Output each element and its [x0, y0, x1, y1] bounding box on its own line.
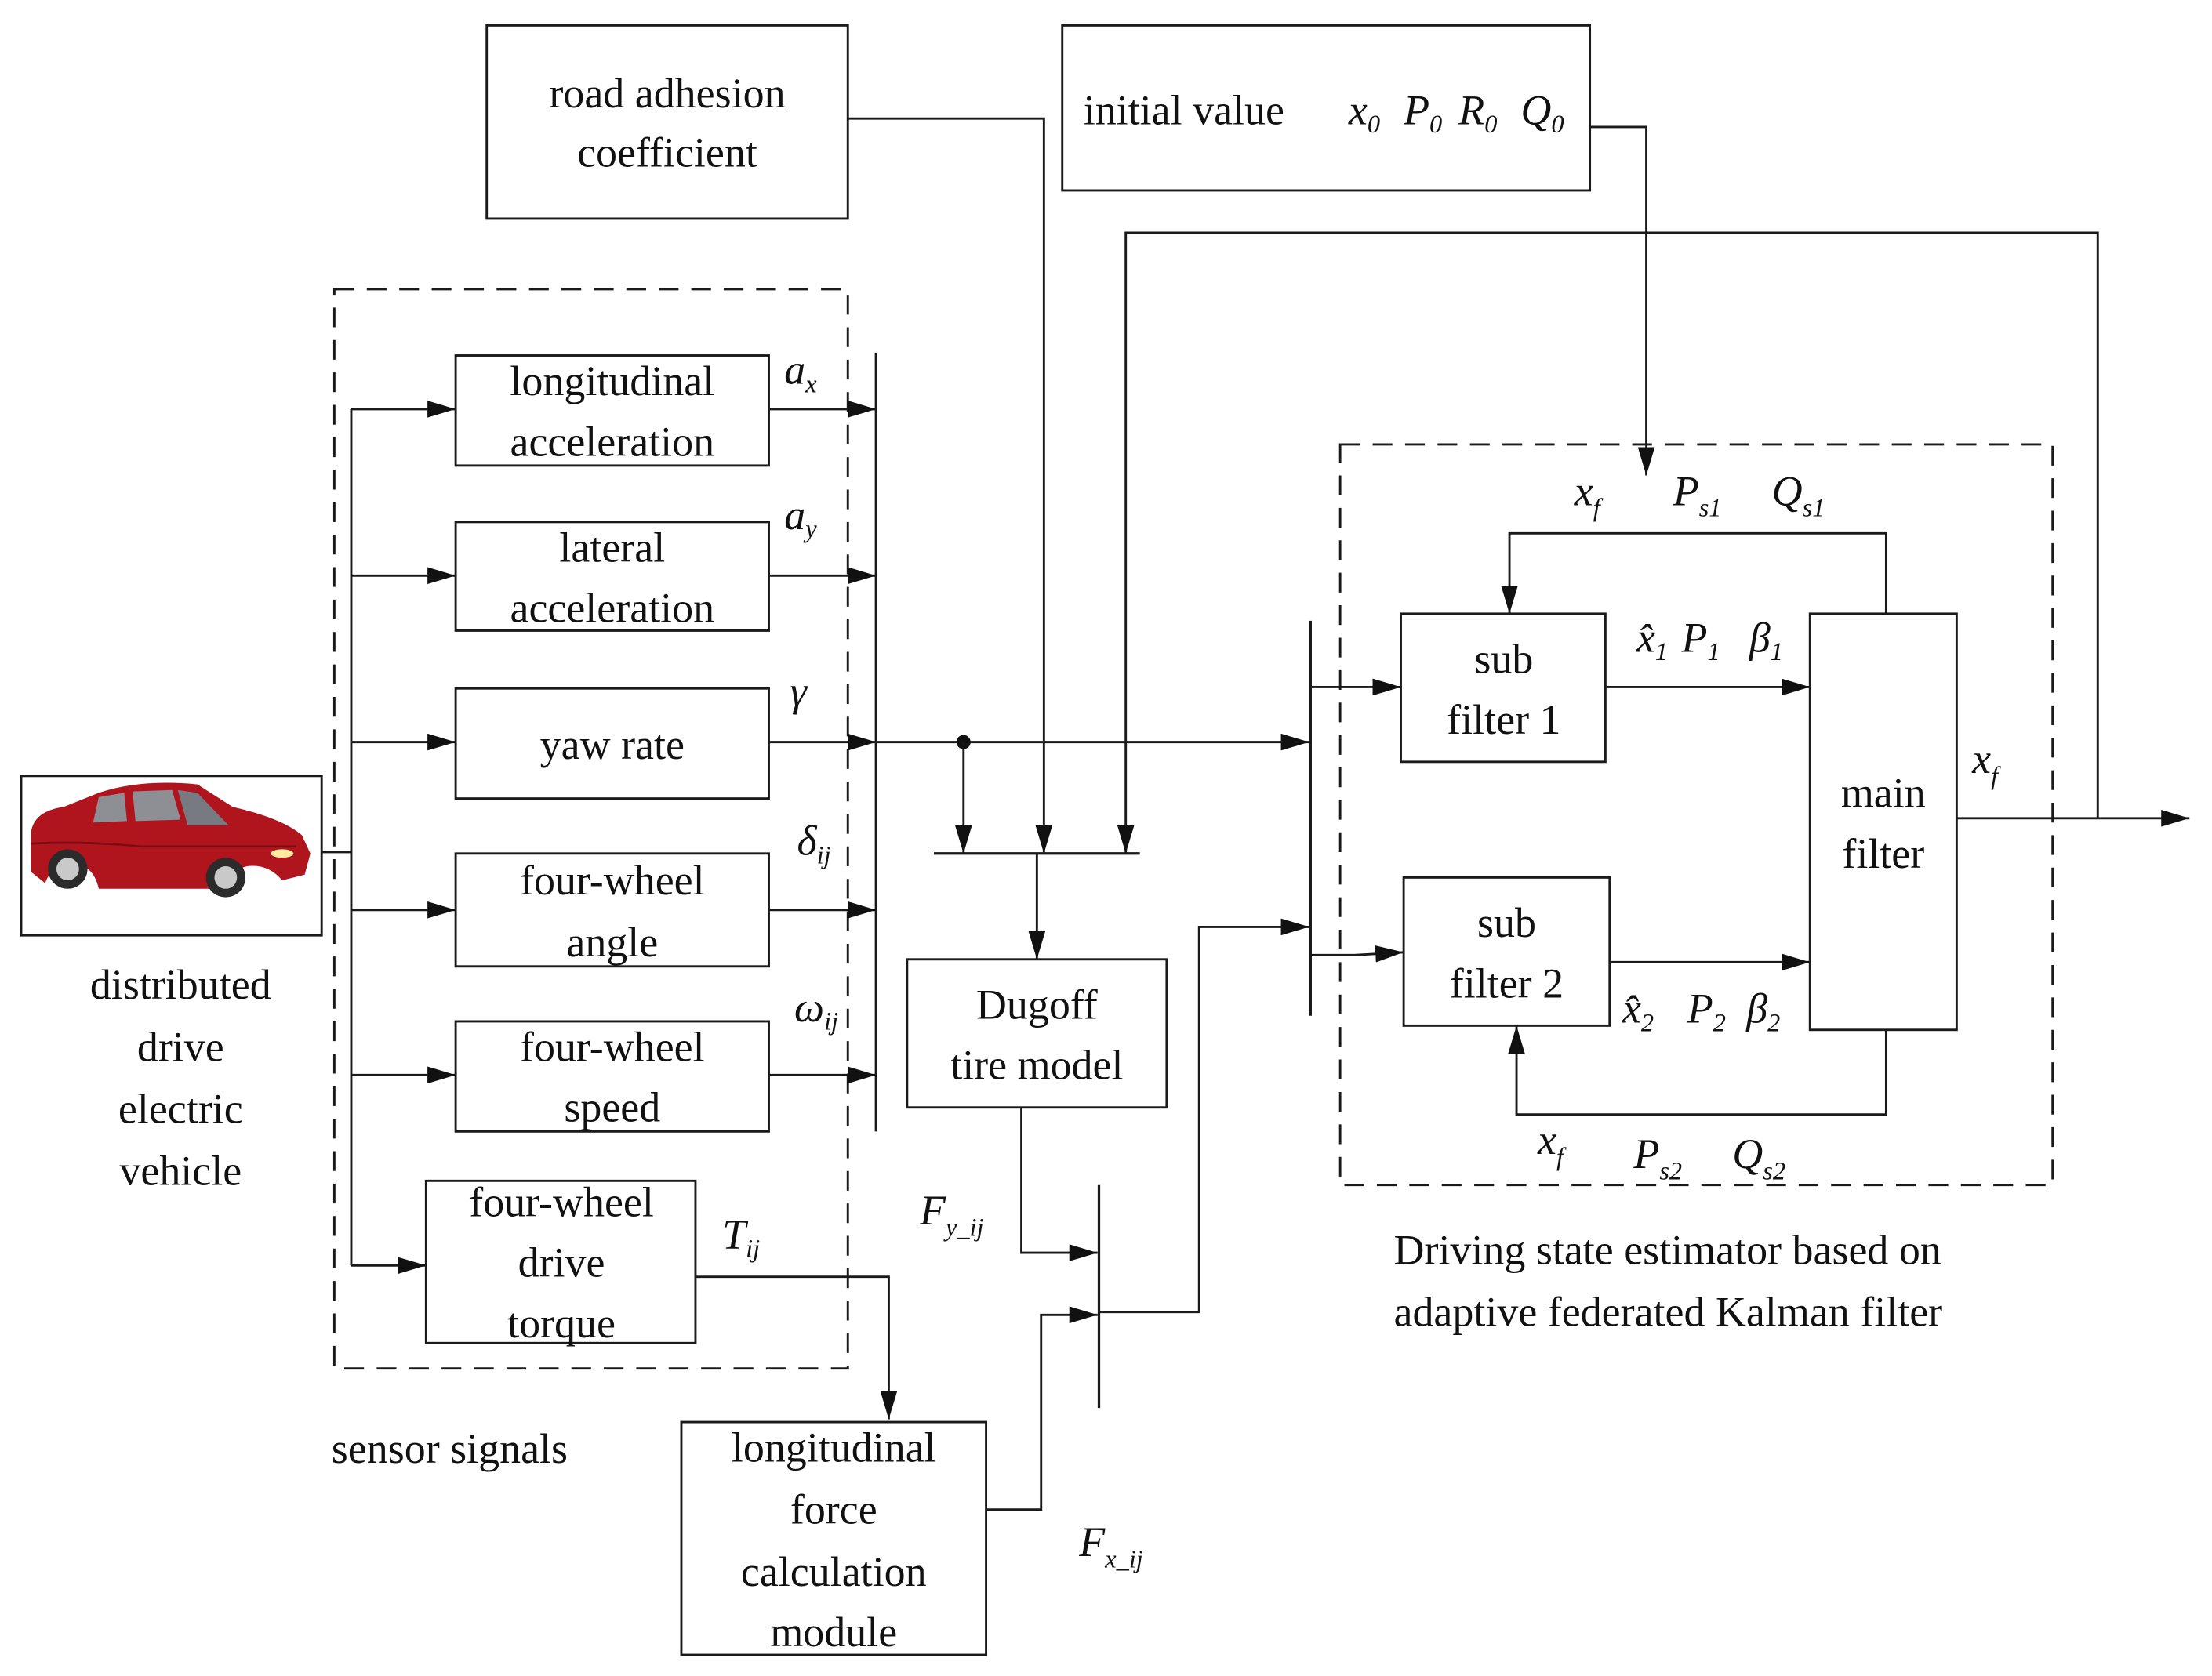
sensor-four-wheel-speed: four-wheel speed ωij	[351, 984, 877, 1133]
svg-text:filter: filter	[1842, 830, 1924, 877]
feedback-1-labels: xf Ps1 Qs1	[1574, 467, 1825, 522]
svg-text:speed: speed	[564, 1084, 660, 1131]
road-adhesion-label-line2: coefficient	[577, 129, 757, 176]
svg-text:tire model: tire model	[950, 1042, 1123, 1089]
svg-text:Ps1: Ps1	[1673, 467, 1722, 522]
svg-text:filter 1: filter 1	[1447, 696, 1560, 743]
svg-text:longitudinal: longitudinal	[732, 1424, 936, 1471]
sensor-yaw-rate: yaw rate γ	[351, 668, 877, 800]
svg-text:main: main	[1841, 769, 1926, 816]
estimator-caption-line2: adaptive federated Kalman filter	[1394, 1289, 1943, 1336]
vehicle: distributed drive electric vehicle	[20, 775, 323, 1195]
block-diagram: road adhesion coefficient initial value …	[20, 24, 2190, 1656]
vehicle-label-line4: vehicle	[119, 1148, 242, 1195]
svg-text:x̂1: x̂1	[1636, 614, 1668, 666]
signal-torque: Tij	[722, 1211, 760, 1264]
svg-text:Ps2: Ps2	[1633, 1130, 1682, 1185]
initial-value-connector	[1589, 125, 1655, 476]
initial-value-block: initial value x0 P0 R0 Q0	[1061, 24, 1592, 192]
vehicle-label-line2: drive	[137, 1023, 224, 1070]
initial-value-label: initial value	[1084, 86, 1284, 133]
svg-text:P2: P2	[1687, 985, 1726, 1038]
feedback-2-labels: xf Ps2 Qs2	[1537, 1116, 1785, 1185]
feedback-1-connector	[1501, 531, 1887, 614]
svg-text:Qs2: Qs2	[1732, 1130, 1785, 1185]
svg-text:acceleration: acceleration	[510, 585, 715, 632]
sensor-group-caption: sensor signals	[332, 1425, 568, 1472]
signal-Fx: Fx_ij	[1078, 1518, 1143, 1573]
svg-text:lateral: lateral	[559, 524, 665, 571]
svg-text:torque: torque	[507, 1300, 616, 1347]
svg-text:sub: sub	[1477, 899, 1536, 946]
svg-text:four-wheel: four-wheel	[520, 1023, 705, 1070]
output-xf: xf	[1971, 735, 2001, 790]
sub-filter-1-outputs: x̂1 P1 β1	[1636, 614, 1783, 666]
road-adhesion-label-line1: road adhesion	[549, 70, 785, 117]
main-filter-block: main filter	[1808, 612, 1958, 1032]
svg-text:β2: β2	[1745, 985, 1780, 1038]
svg-text:module: module	[770, 1609, 897, 1656]
sensor-four-wheel-drive-torque: four-wheel drive torque Tij	[351, 1178, 898, 1420]
svg-text:P1: P1	[1681, 614, 1720, 666]
svg-text:acceleration: acceleration	[510, 418, 715, 465]
sensor-lateral-acceleration: lateral acceleration ay	[351, 492, 877, 632]
vehicle-label-line1: distributed	[90, 961, 271, 1008]
svg-text:four-wheel: four-wheel	[469, 1178, 654, 1225]
signal-Fy: Fy_ij	[919, 1187, 984, 1242]
signal-ay: ay	[784, 492, 817, 544]
lateral-force-connector	[1020, 1107, 1098, 1261]
svg-text:xf: xf	[1537, 1116, 1567, 1171]
estimator-caption-line1: Driving state estimator based on	[1394, 1226, 1941, 1273]
svg-text:β1: β1	[1749, 614, 1783, 666]
svg-text:longitudinal: longitudinal	[510, 357, 714, 404]
feedback-2-connector	[1508, 1025, 1887, 1116]
signal-gamma: γ	[790, 668, 808, 715]
sub-filter-1-block: sub filter 1	[1400, 612, 1607, 764]
svg-text:four-wheel: four-wheel	[520, 857, 705, 904]
longitudinal-force-connector	[986, 1306, 1098, 1511]
svg-text:xf: xf	[1574, 467, 1604, 522]
signal-ax: ax	[784, 346, 817, 399]
sub-filter-2-block: sub filter 2	[1402, 876, 1611, 1027]
vehicle-label-line3: electric	[118, 1086, 243, 1133]
dugoff-tire-model-block: Dugoff tire model	[906, 958, 1168, 1109]
signal-omega: ωij	[794, 984, 838, 1036]
svg-text:force: force	[790, 1486, 877, 1533]
longitudinal-force-module-block: longitudinal force calculation module	[680, 1420, 988, 1656]
signal-delta: δij	[797, 818, 830, 870]
svg-text:filter 2: filter 2	[1450, 960, 1564, 1007]
svg-text:yaw rate: yaw rate	[540, 721, 685, 768]
svg-text:calculation: calculation	[741, 1548, 927, 1595]
road-adhesion-block: road adhesion coefficient	[485, 24, 849, 220]
svg-text:angle: angle	[566, 919, 658, 966]
svg-text:Qs1: Qs1	[1772, 467, 1825, 522]
sub-filter-2-outputs: x̂2 P2 β2	[1622, 985, 1780, 1038]
svg-text:x̂2: x̂2	[1622, 985, 1654, 1038]
svg-text:drive: drive	[518, 1239, 605, 1286]
sensor-longitudinal-acceleration: longitudinal acceleration ax	[351, 346, 877, 467]
svg-text:sub: sub	[1474, 635, 1533, 682]
sensor-four-wheel-angle: four-wheel angle δij	[351, 818, 877, 968]
svg-text:Dugoff: Dugoff	[976, 981, 1098, 1028]
